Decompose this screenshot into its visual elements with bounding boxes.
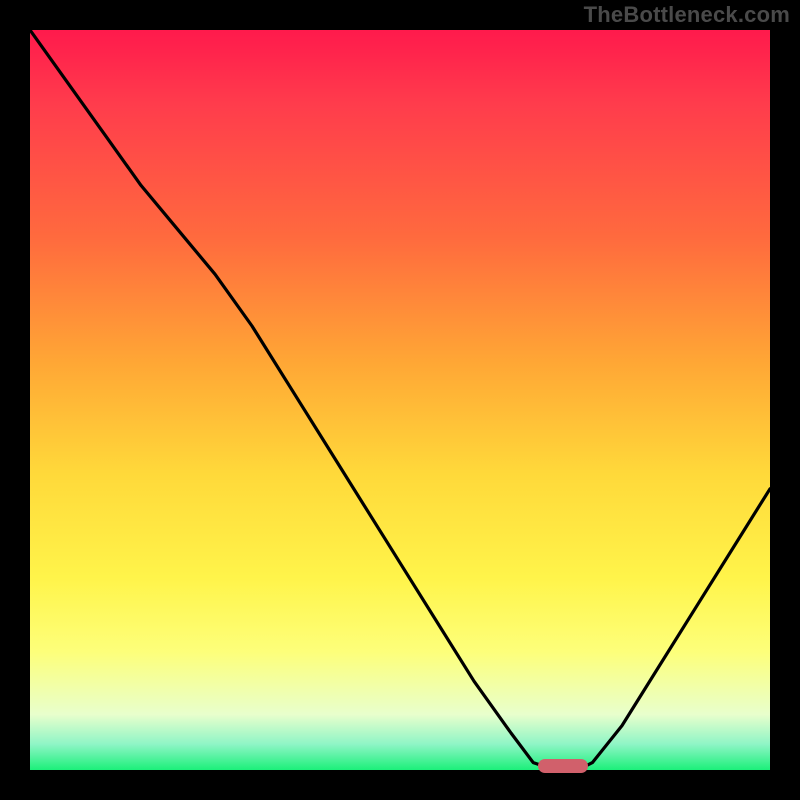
optimal-marker <box>538 759 588 773</box>
watermark-text: TheBottleneck.com <box>584 2 790 28</box>
chart-frame: TheBottleneck.com <box>0 0 800 800</box>
curve-path <box>30 30 770 770</box>
bottleneck-curve <box>30 30 770 770</box>
plot-area <box>30 30 770 770</box>
